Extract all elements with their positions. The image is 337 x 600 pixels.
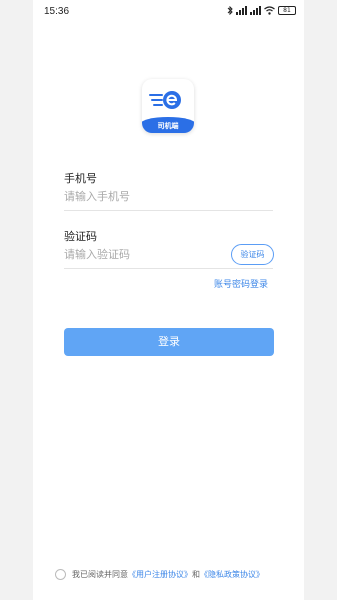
phone-label: 手机号 [64,172,97,185]
login-button[interactable]: 登录 [64,328,274,356]
wifi-icon [264,6,275,15]
code-divider [64,268,273,269]
app-logo: 司机端 [142,79,194,133]
agreement-prefix: 我已阅读并同意 [72,570,128,579]
privacy-policy-link[interactable]: 《隐私政策协议》 [200,569,264,580]
signal-icon [236,6,247,15]
agreement-checkbox[interactable] [55,569,66,580]
user-agreement-link[interactable]: 《用户注册协议》 [128,569,192,580]
signal-icon [250,6,261,15]
bluetooth-icon [227,6,233,15]
battery-icon: 81 [278,6,296,15]
status-bar: 15:36 81 [33,0,304,26]
password-login-link[interactable]: 账号密码登录 [214,277,268,290]
fast-e-logo-icon [149,91,181,109]
phone-input[interactable] [64,187,273,205]
app-screen: 15:36 81 司机端 手机号 验证码 验证码 [33,0,304,600]
left-margin [0,0,33,600]
agreement-connector: 和 [192,570,200,579]
code-label: 验证码 [64,230,97,243]
agreement-row: 我已阅读并同意 《用户注册协议》 和 《隐私政策协议》 [55,569,264,580]
status-icons: 81 [227,6,296,15]
logo-label: 司机端 [142,117,194,133]
verification-code-input[interactable] [64,245,224,263]
phone-divider [64,210,273,211]
get-code-button[interactable]: 验证码 [231,244,274,265]
status-time: 15:36 [44,6,70,17]
right-margin [304,0,337,600]
